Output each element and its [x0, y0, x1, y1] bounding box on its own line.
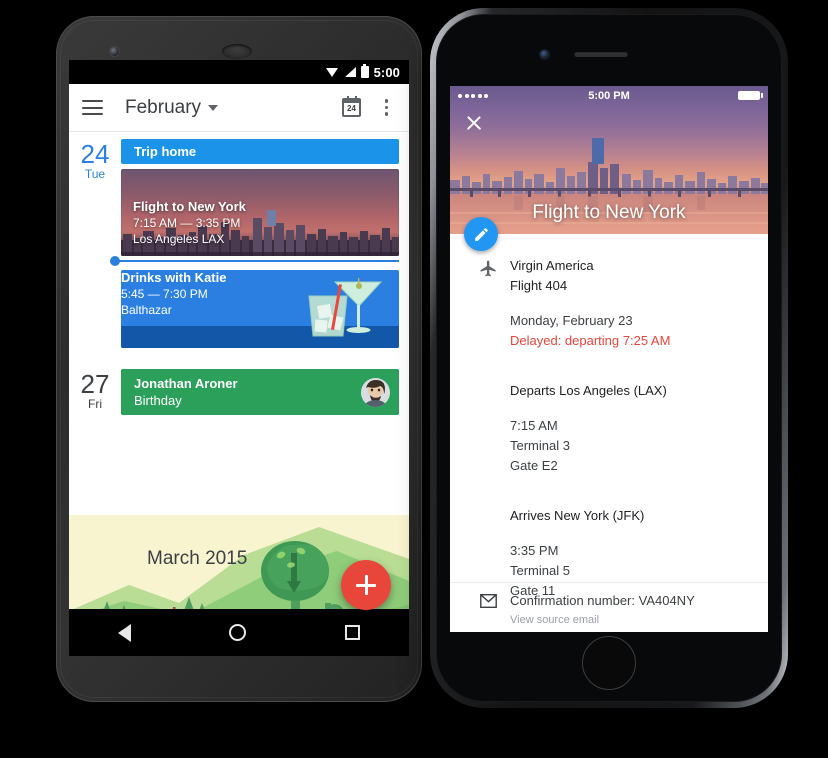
- add-event-fab[interactable]: [341, 560, 391, 610]
- view-source-email-link[interactable]: View source email: [510, 611, 752, 629]
- flight-event-text: Flight to New York 7:15 AM — 3:35 PM Los…: [133, 199, 246, 247]
- nav-home-icon[interactable]: [229, 624, 247, 641]
- event-hero-header: 5:00 PM Flight to New York: [450, 86, 768, 251]
- event-trip-home[interactable]: Trip home: [121, 139, 399, 164]
- event-title: Trip home: [134, 144, 197, 159]
- confirmation-section: Confirmation number: VA404NY View source…: [450, 582, 768, 632]
- nav-recents-icon[interactable]: [344, 625, 360, 640]
- earpiece-speaker: [222, 44, 252, 59]
- envelope-glyph: [479, 594, 497, 608]
- status-clock: 5:00: [373, 64, 400, 80]
- departure-terminal: Terminal 3: [510, 438, 570, 453]
- wifi-icon: [325, 67, 339, 78]
- month-label: February: [125, 96, 202, 118]
- agenda-date-27: 27 Fri: [69, 362, 121, 415]
- avatar[interactable]: [361, 377, 390, 407]
- close-icon[interactable]: [465, 114, 483, 132]
- month-selector[interactable]: February: [125, 96, 219, 119]
- flight-number: Flight 404: [510, 278, 568, 293]
- confirmation-text: Confirmation number: VA404NY View source…: [510, 591, 752, 632]
- date-number: 27: [80, 369, 110, 399]
- event-hero-title: Flight to New York: [532, 202, 686, 223]
- arrival-heading: Arrives New York (JFK): [510, 508, 645, 523]
- iphone-device: 5:00 PM Flight to New York Virgin Americ…: [430, 8, 788, 708]
- current-time-line-wrap: [110, 256, 399, 266]
- android-app-bar: February 24: [69, 84, 409, 131]
- agenda-day-row: 24 Tue Trip home Flight to New York 7:15…: [69, 132, 409, 348]
- event-details-body: Virgin America Flight 404 Monday, Februa…: [450, 234, 768, 632]
- edit-pencil-icon[interactable]: [464, 217, 498, 251]
- battery-icon: [738, 91, 763, 100]
- android-phone-device: 5:00 February 24 24 Tue Trip home Flight…: [56, 16, 422, 702]
- departure-gate: Gate E2: [510, 458, 558, 473]
- event-title: Jonathan Aroner: [134, 376, 238, 391]
- flight-delay-status: Delayed: departing 7:25 AM: [510, 333, 671, 348]
- airline-name: Virgin America: [510, 258, 594, 273]
- chevron-down-icon: [208, 104, 219, 111]
- avatar-photo: [361, 377, 390, 407]
- android-navigation-bar: [69, 609, 409, 656]
- signal-icon: [344, 66, 356, 78]
- arrival-time: 3:35 PM: [510, 543, 559, 558]
- battery-icon: [360, 64, 369, 78]
- calendar-today-number: 24: [347, 104, 356, 113]
- departure-time: 7:15 AM: [510, 418, 558, 433]
- home-button[interactable]: [582, 636, 636, 690]
- event-jonathan-aroner-birthday[interactable]: Jonathan Aroner Birthday: [121, 369, 399, 415]
- airplane-glyph: [480, 260, 496, 277]
- event-subtitle: Birthday: [134, 393, 182, 408]
- overflow-menu-icon[interactable]: [377, 99, 396, 116]
- date-number: 24: [80, 139, 110, 169]
- confirmation-number: Confirmation number: VA404NY: [510, 593, 695, 608]
- flight-details-section: Virgin America Flight 404 Monday, Februa…: [450, 256, 768, 601]
- cocktail-illustration: [308, 278, 383, 337]
- agenda-day-row: 27 Fri Jonathan Aroner Birthday: [69, 362, 409, 415]
- hamburger-menu-icon[interactable]: [82, 100, 103, 115]
- month-artwork-label: March 2015: [147, 548, 248, 569]
- ios-status-bar: 5:00 PM: [450, 86, 768, 105]
- flight-date: Monday, February 23: [510, 313, 633, 328]
- event-drinks-with-katie[interactable]: Drinks with Katie 5:45 — 7:30 PM Balthaz…: [121, 270, 399, 348]
- event-time: 7:15 AM — 3:35 PM: [133, 216, 241, 230]
- flight-details-text: Virgin America Flight 404 Monday, Februa…: [510, 256, 752, 601]
- airplane-icon: [466, 256, 510, 601]
- screenshot-stage: 5:00 February 24 24 Tue Trip home Flight…: [0, 0, 828, 758]
- earpiece-speaker: [574, 51, 628, 57]
- departure-heading: Departs Los Angeles (LAX): [510, 383, 667, 398]
- current-time-line: [110, 256, 399, 266]
- status-clock: 5:00 PM: [588, 89, 630, 102]
- iphone-screen: 5:00 PM Flight to New York Virgin Americ…: [450, 86, 768, 632]
- event-location: Los Angeles LAX: [133, 232, 225, 246]
- front-camera-icon: [540, 50, 549, 59]
- pencil-glyph: [474, 227, 488, 241]
- android-screen: 5:00 February 24 24 Tue Trip home Flight…: [69, 60, 409, 656]
- event-title: Flight to New York: [133, 199, 246, 214]
- android-status-bar: 5:00: [69, 60, 409, 84]
- agenda-list: 24 Tue Trip home Flight to New York 7:15…: [69, 132, 409, 630]
- arrival-terminal: Terminal 5: [510, 563, 570, 578]
- birthday-event-text: Jonathan Aroner Birthday: [134, 375, 238, 409]
- date-weekday: Tue: [84, 167, 106, 181]
- envelope-icon: [466, 591, 510, 632]
- date-weekday: Fri: [88, 397, 102, 411]
- agenda-date-24: 24 Tue: [69, 132, 121, 348]
- front-camera-icon: [110, 47, 119, 56]
- nav-back-icon[interactable]: [118, 623, 132, 642]
- calendar-today-icon[interactable]: 24: [342, 96, 361, 117]
- event-flight-to-new-york[interactable]: Flight to New York 7:15 AM — 3:35 PM Los…: [121, 169, 399, 256]
